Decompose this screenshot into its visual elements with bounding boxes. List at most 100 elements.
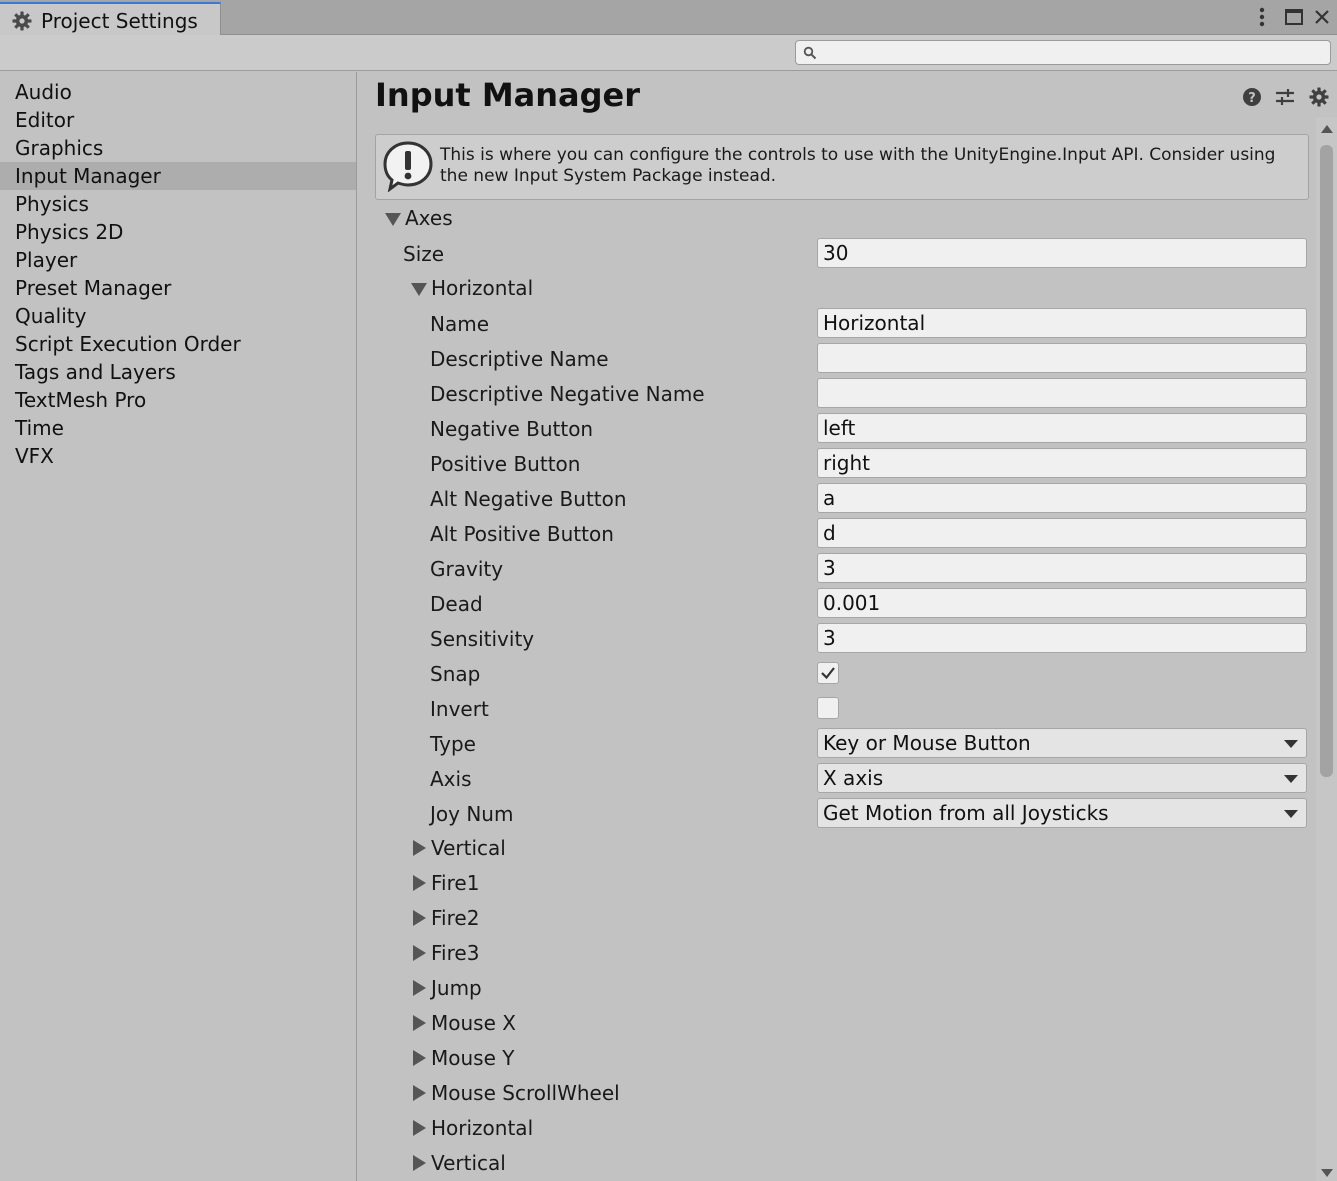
- project-settings-tab[interactable]: Project Settings: [0, 2, 221, 36]
- close-icon[interactable]: [1311, 4, 1333, 30]
- settings-sidebar: Audio Editor Graphics Input Manager Phys…: [0, 72, 357, 1181]
- joy-num-dropdown-value: Get Motion from all Joysticks: [823, 801, 1109, 825]
- axis-entry-mouse-x[interactable]: Mouse X: [431, 1009, 516, 1037]
- vertical-2-foldout-arrow-icon[interactable]: [413, 1155, 426, 1171]
- scroll-up-arrow-icon[interactable]: [1321, 125, 1333, 133]
- gear-icon: [12, 11, 32, 31]
- sidebar-item-audio[interactable]: Audio: [0, 78, 356, 106]
- sidebar-item-graphics[interactable]: Graphics: [0, 134, 356, 162]
- sidebar-item-preset-manager[interactable]: Preset Manager: [0, 274, 356, 302]
- positive-button-field[interactable]: right: [817, 448, 1307, 478]
- info-message-box: This is where you can configure the cont…: [375, 134, 1309, 200]
- warning-exclamation-icon: [382, 140, 434, 196]
- settings-gear-icon[interactable]: [1308, 86, 1330, 108]
- sidebar-item-tags-and-layers[interactable]: Tags and Layers: [0, 358, 356, 386]
- axis-entry-fire3[interactable]: Fire3: [431, 939, 479, 967]
- mouse-x-foldout-arrow-icon[interactable]: [413, 1015, 426, 1031]
- alt-negative-button-field[interactable]: a: [817, 483, 1307, 513]
- vertical-scrollbar[interactable]: [1316, 117, 1337, 1181]
- page-title: Input Manager: [375, 76, 641, 114]
- sidebar-item-input-manager[interactable]: Input Manager: [0, 162, 356, 190]
- axis-entry-fire1[interactable]: Fire1: [431, 869, 479, 897]
- sidebar-item-physics-2d[interactable]: Physics 2D: [0, 218, 356, 246]
- more-vertical-icon[interactable]: [1252, 4, 1272, 30]
- search-icon: [803, 46, 817, 60]
- vertical-foldout-arrow-icon[interactable]: [413, 840, 426, 856]
- fire1-foldout-arrow-icon[interactable]: [413, 875, 426, 891]
- negative-button-field[interactable]: left: [817, 413, 1307, 443]
- mouse-scrollwheel-foldout-arrow-icon[interactable]: [413, 1085, 426, 1101]
- sidebar-item-vfx[interactable]: VFX: [0, 442, 356, 470]
- axes-foldout-label[interactable]: Axes: [405, 204, 453, 232]
- alt-positive-button-label: Alt Positive Button: [430, 522, 614, 546]
- type-label: Type: [430, 732, 476, 756]
- fire2-foldout-arrow-icon[interactable]: [413, 910, 426, 926]
- dead-label: Dead: [430, 592, 483, 616]
- sidebar-item-textmesh-pro[interactable]: TextMesh Pro: [0, 386, 356, 414]
- sensitivity-field[interactable]: 3: [817, 623, 1307, 653]
- chevron-down-icon: [1284, 810, 1298, 818]
- joy-num-dropdown[interactable]: Get Motion from all Joysticks: [817, 798, 1307, 828]
- preset-sliders-icon[interactable]: [1274, 86, 1296, 108]
- size-label: Size: [403, 242, 445, 266]
- horizontal-foldout-label[interactable]: Horizontal: [431, 274, 533, 302]
- type-dropdown[interactable]: Key or Mouse Button: [817, 728, 1307, 758]
- alt-negative-button-label: Alt Negative Button: [430, 487, 627, 511]
- size-field[interactable]: 30: [817, 238, 1307, 268]
- axis-entry-vertical[interactable]: Vertical: [431, 834, 506, 862]
- positive-button-label: Positive Button: [430, 452, 581, 476]
- axis-entry-mouse-y[interactable]: Mouse Y: [431, 1044, 514, 1072]
- mouse-y-foldout-arrow-icon[interactable]: [413, 1050, 426, 1066]
- invert-label: Invert: [430, 697, 489, 721]
- axis-label: Axis: [430, 767, 472, 791]
- descriptive-negative-name-field[interactable]: [817, 378, 1307, 408]
- sidebar-item-physics[interactable]: Physics: [0, 190, 356, 218]
- info-message-text: This is where you can configure the cont…: [440, 145, 1276, 186]
- sidebar-item-player[interactable]: Player: [0, 246, 356, 274]
- sidebar-item-quality[interactable]: Quality: [0, 302, 356, 330]
- descriptive-negative-name-label: Descriptive Negative Name: [430, 382, 705, 406]
- axis-entry-horizontal-2[interactable]: Horizontal: [431, 1114, 533, 1142]
- sidebar-item-time[interactable]: Time: [0, 414, 356, 442]
- snap-checkbox[interactable]: [817, 662, 839, 684]
- fire3-foldout-arrow-icon[interactable]: [413, 945, 426, 961]
- scroll-down-arrow-icon[interactable]: [1321, 1169, 1333, 1177]
- sidebar-item-editor[interactable]: Editor: [0, 106, 356, 134]
- alt-positive-button-field[interactable]: d: [817, 518, 1307, 548]
- checkmark-icon: [821, 667, 835, 680]
- svg-text:?: ?: [1248, 91, 1256, 106]
- maximize-icon[interactable]: [1283, 4, 1305, 30]
- jump-foldout-arrow-icon[interactable]: [413, 980, 426, 996]
- chevron-down-icon: [1284, 775, 1298, 783]
- search-input[interactable]: [795, 40, 1331, 65]
- name-label: Name: [430, 312, 490, 336]
- name-field[interactable]: Horizontal: [817, 308, 1307, 338]
- joy-num-label: Joy Num: [430, 802, 514, 826]
- axis-entry-jump[interactable]: Jump: [431, 974, 482, 1002]
- sidebar-item-script-execution-order[interactable]: Script Execution Order: [0, 330, 356, 358]
- input-manager-panel: Input Manager ? This is where you can co…: [358, 72, 1337, 1181]
- type-dropdown-value: Key or Mouse Button: [823, 731, 1031, 755]
- horizontal-foldout-arrow-icon[interactable]: [411, 283, 427, 296]
- tab-title: Project Settings: [41, 9, 198, 33]
- search-toolbar: [0, 35, 1337, 71]
- axis-entry-vertical-2[interactable]: Vertical: [431, 1149, 506, 1177]
- negative-button-label: Negative Button: [430, 417, 594, 441]
- dead-field[interactable]: 0.001: [817, 588, 1307, 618]
- scrollbar-thumb[interactable]: [1320, 145, 1333, 777]
- axis-dropdown-value: X axis: [823, 766, 884, 790]
- gravity-field[interactable]: 3: [817, 553, 1307, 583]
- snap-label: Snap: [430, 662, 481, 686]
- descriptive-name-field[interactable]: [817, 343, 1307, 373]
- invert-checkbox[interactable]: [817, 697, 839, 719]
- axis-dropdown[interactable]: X axis: [817, 763, 1307, 793]
- axes-foldout-arrow-icon[interactable]: [385, 213, 401, 226]
- axis-entry-mouse-scrollwheel[interactable]: Mouse ScrollWheel: [431, 1079, 620, 1107]
- window-tab-bar: Project Settings: [0, 0, 1337, 36]
- help-icon[interactable]: ?: [1241, 86, 1263, 108]
- sensitivity-label: Sensitivity: [430, 627, 535, 651]
- axis-entry-fire2[interactable]: Fire2: [431, 904, 479, 932]
- chevron-down-icon: [1284, 740, 1298, 748]
- gravity-label: Gravity: [430, 557, 504, 581]
- horizontal-2-foldout-arrow-icon[interactable]: [413, 1120, 426, 1136]
